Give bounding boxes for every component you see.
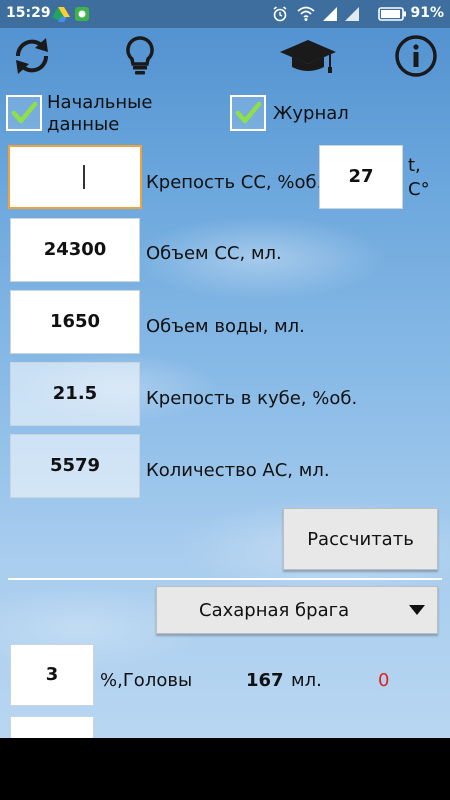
strength-ss-label: Крепость СС, %об. — [146, 172, 323, 193]
amount-as-field: 5579 — [10, 434, 140, 498]
status-time: 15:29 — [6, 5, 51, 21]
info-icon[interactable] — [394, 34, 438, 78]
heads-percent-input[interactable]: 3 — [10, 644, 94, 706]
app-notification-icon — [75, 7, 89, 21]
volume-water-value: 1650 — [49, 311, 101, 332]
calculate-button[interactable]: Рассчитать — [283, 508, 438, 570]
temperature-value: 27 — [348, 166, 374, 187]
mash-type-select[interactable]: Сахарная брага — [156, 586, 438, 634]
alarm-icon — [273, 6, 287, 22]
google-drive-icon — [52, 7, 70, 22]
next-row-input[interactable] — [10, 716, 94, 738]
amount-as-value: 5579 — [49, 455, 101, 476]
graduation-cap-icon[interactable] — [278, 34, 338, 78]
initial-data-label: Начальные данные — [47, 92, 152, 136]
volume-ss-input[interactable]: 24300 — [10, 218, 140, 282]
volume-ss-label: Объем СС, мл. — [146, 243, 282, 264]
dropdown-arrow-icon — [409, 605, 425, 615]
text-cursor — [83, 165, 85, 189]
volume-ss-value: 24300 — [43, 239, 107, 260]
heads-label: %,Головы — [100, 670, 193, 691]
strength-cube-field: 21.5 — [10, 362, 140, 426]
checkmark-icon — [235, 101, 262, 124]
temperature-input[interactable]: 27 — [319, 145, 403, 209]
mash-type-selected: Сахарная брага — [199, 599, 350, 621]
journal-label: Журнал — [273, 103, 349, 124]
refresh-icon[interactable] — [10, 34, 54, 78]
status-bar: 15:29 91% — [0, 0, 450, 28]
checkmark-icon — [11, 101, 38, 124]
lightbulb-icon[interactable] — [118, 34, 162, 78]
temperature-unit-line2: C° — [408, 179, 430, 200]
volume-water-input[interactable]: 1650 — [10, 290, 140, 354]
wifi-icon — [297, 6, 315, 21]
divider — [8, 578, 442, 580]
journal-checkbox-box[interactable] — [230, 95, 266, 131]
strength-cube-label: Крепость в кубе, %об. — [146, 388, 358, 409]
initial-data-checkbox-box[interactable] — [6, 95, 42, 131]
signal-icon-1 — [323, 7, 337, 21]
temperature-unit: t, C° — [408, 154, 430, 202]
amount-as-label: Количество АС, мл. — [146, 460, 330, 481]
volume-water-label: Объем воды, мл. — [146, 316, 305, 337]
battery-icon — [378, 7, 406, 21]
heads-percent-value: 3 — [45, 664, 59, 685]
initial-data-label-line2: данные — [47, 114, 120, 135]
navigation-bar — [0, 738, 450, 800]
strength-ss-input[interactable] — [8, 145, 142, 209]
heads-volume: 167 — [246, 670, 284, 691]
signal-icon-2 — [345, 7, 359, 21]
heads-unit: мл. — [291, 670, 322, 691]
initial-data-checkbox[interactable] — [6, 95, 42, 131]
temperature-unit-line1: t, — [408, 155, 421, 176]
battery-percent: 91% — [410, 5, 444, 21]
strength-cube-value: 21.5 — [52, 383, 98, 404]
journal-checkbox[interactable] — [230, 95, 266, 131]
heads-extra-value: 0 — [378, 670, 390, 691]
initial-data-label-line1: Начальные — [47, 92, 153, 113]
calculate-button-label: Рассчитать — [307, 528, 414, 550]
